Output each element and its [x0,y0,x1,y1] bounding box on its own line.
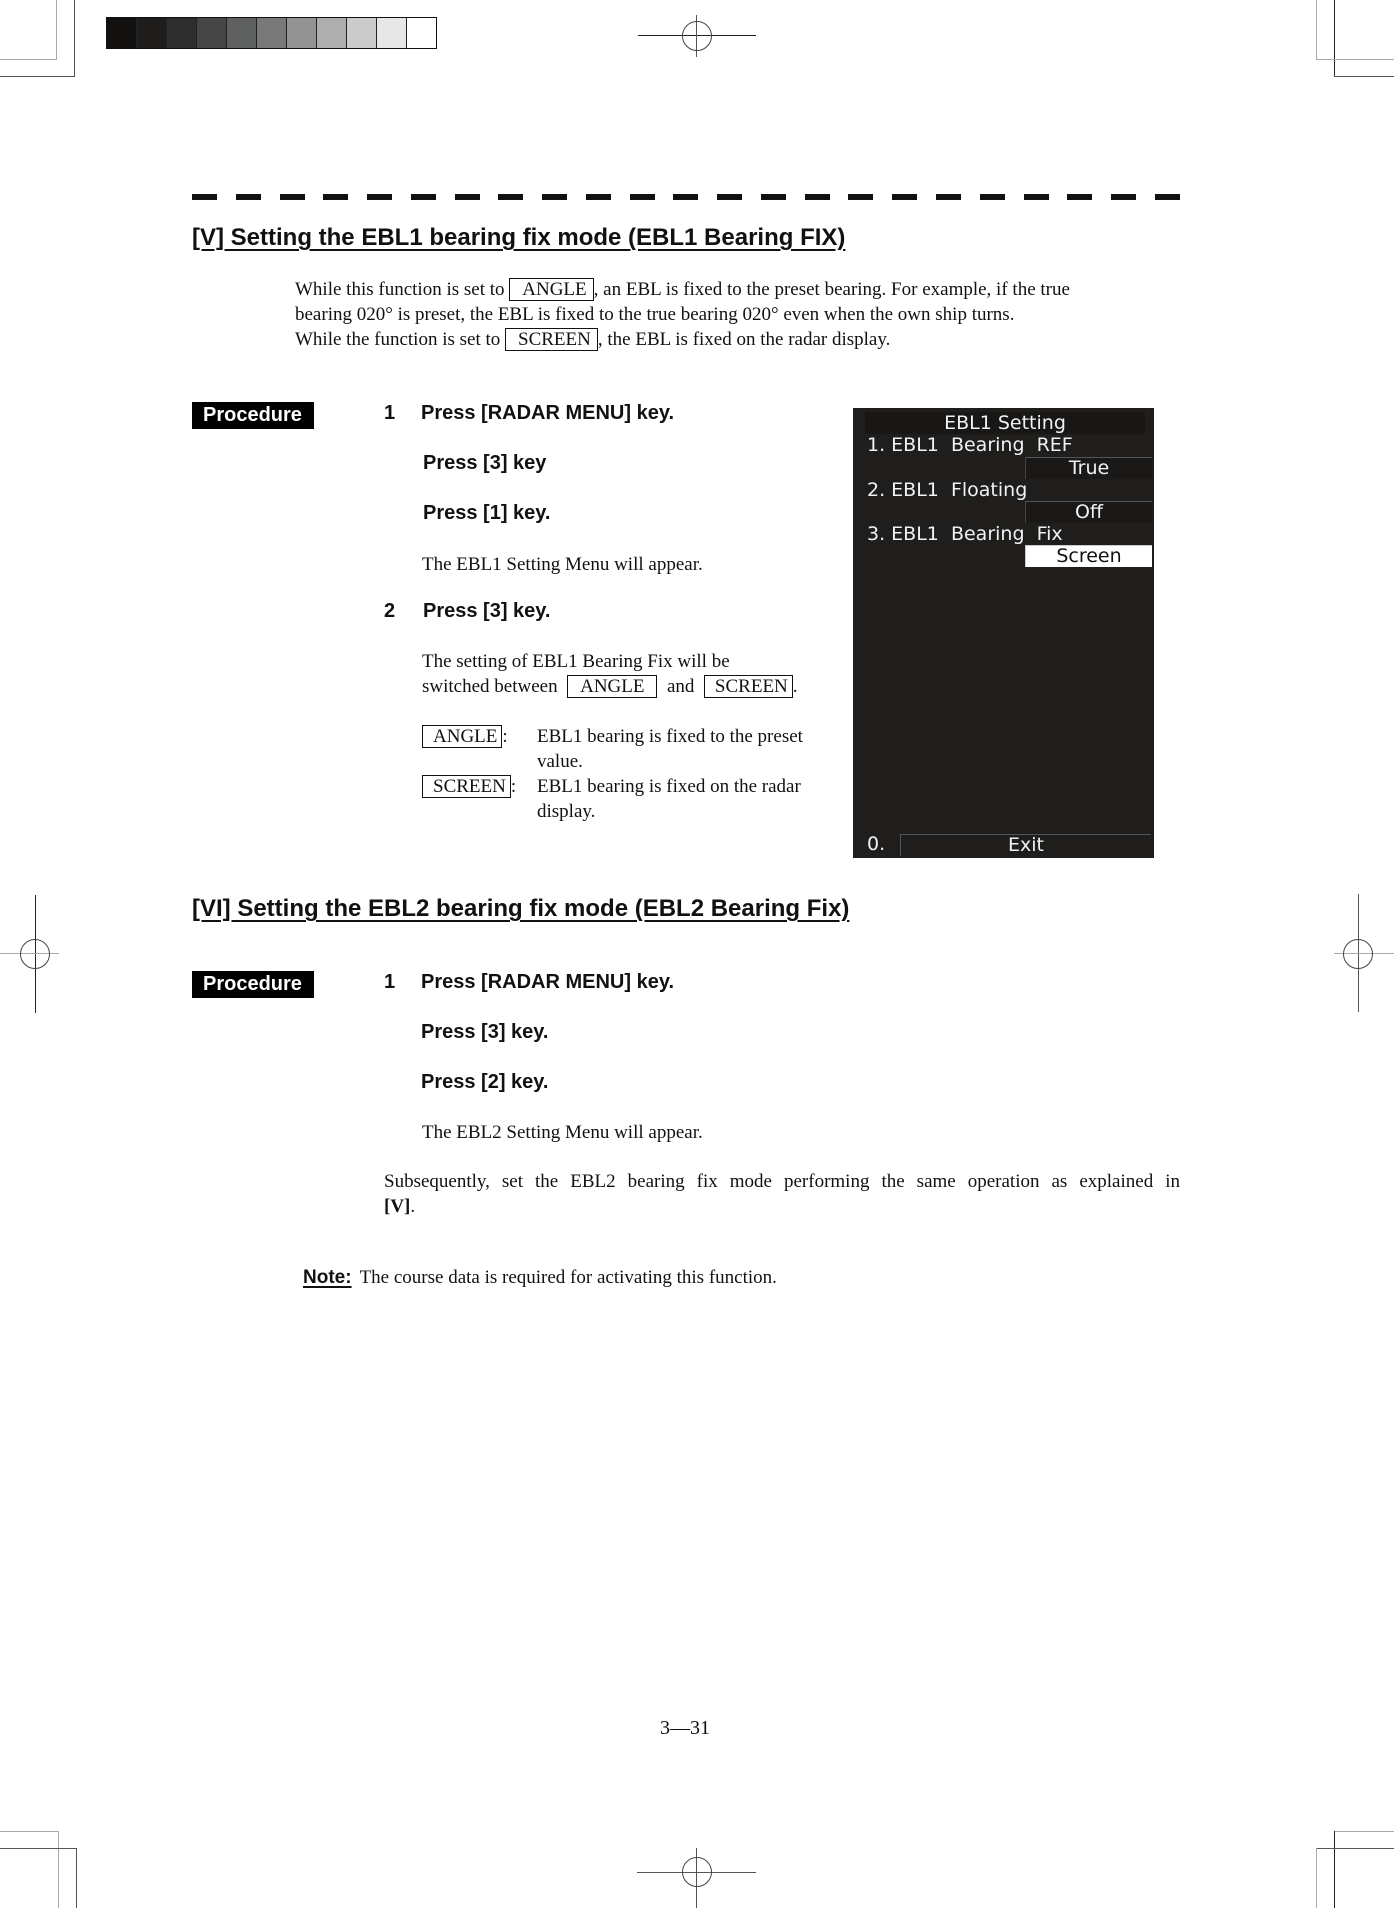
step-note: The setting of EBL1 Bearing Fix will be … [422,649,798,699]
dash-segment [585,194,611,200]
screen-key-label: SCREEN [703,675,793,698]
exit-button[interactable]: Exit [900,834,1151,856]
step-number: 2 [384,600,396,622]
dash-segment [936,194,962,200]
gray-patch [347,18,377,48]
menu-value-bearing-ref[interactable]: True [1025,457,1152,479]
section-v-intro: While this function is set to ANGLE, an … [295,277,1180,352]
intro-text: bearing 020° is preset, the EBL is fixed… [295,304,1015,325]
section-v-title: [V] Setting the EBL1 bearing fix mode (E… [192,224,846,251]
gray-patch [107,18,137,48]
gray-patch [377,18,407,48]
section-reference: [V] [384,1196,411,1217]
gray-patch [317,18,347,48]
dash-segment [804,194,830,200]
conjunction: and [666,676,695,697]
punctuation: . [410,1196,416,1217]
dash-segment [1023,194,1049,200]
dash-segment [717,194,743,200]
angle-key-label: ANGLE [509,278,594,301]
menu-item-bearing-ref[interactable]: 1. EBL1 Bearing REF [867,434,1073,456]
dash-segment [367,194,393,200]
step-instruction: Press [2] key. [421,1071,549,1093]
definition-angle: ANGLE: EBL1 bearing is fixed to the pres… [422,724,842,824]
definition-text: value. [537,751,583,772]
screen-key-label: SCREEN [505,328,598,351]
menu-title: EBL1 Setting [865,412,1145,434]
gray-patch [227,18,257,48]
gray-scale-strip [106,17,437,49]
dash-segment [235,194,261,200]
step-instruction: Press [1] key. [423,502,551,524]
dash-segment [979,194,1005,200]
dash-segment [1067,194,1093,200]
intro-text: While this function is set to [295,279,510,300]
section-vi-title: [VI] Setting the EBL2 bearing fix mode (… [192,895,850,922]
definition-text: EBL1 bearing is fixed to the preset [537,726,803,747]
note-label: Note: [303,1267,352,1288]
gray-patch [197,18,227,48]
gray-patch [137,18,167,48]
definition-text: display. [537,801,596,822]
separator: : [510,776,517,797]
angle-key-label: ANGLE [567,675,658,698]
dash-segment [323,194,349,200]
punctuation: . [792,676,798,697]
gray-patch [167,18,197,48]
subsequently-ref: [V]. [384,1194,415,1219]
step-number: 1 [384,971,396,993]
separator: : [502,726,508,747]
dash-segment [673,194,699,200]
gray-patch [407,18,436,48]
gray-patch [257,18,287,48]
step-instruction: Press [3] key. [423,600,551,622]
note: Note: The course data is required for ac… [303,1265,777,1290]
step-instruction: Press [3] key. [421,1021,549,1043]
dash-segment [892,194,918,200]
step-note-line: switched between [422,676,558,697]
procedure-badge: Procedure [192,402,314,429]
dash-segment [454,194,480,200]
step-note: The EBL2 Setting Menu will appear. [422,1122,703,1143]
gray-patch [287,18,317,48]
step-note: The EBL1 Setting Menu will appear. [422,554,703,575]
dash-segment [760,194,786,200]
step-note-line: The setting of EBL1 Bearing Fix will be [422,651,730,672]
dash-segment [279,194,305,200]
exit-number: 0. [867,833,886,855]
step-instruction: Press [RADAR MENU] key. [421,402,675,424]
dash-segment [410,194,436,200]
definition-text: EBL1 bearing is fixed on the radar [537,776,801,797]
dash-segment [192,194,217,200]
intro-text: While the function is set to [295,329,506,350]
procedure-badge: Procedure [192,971,314,998]
intro-text: , an EBL is fixed to the preset bearing.… [593,279,1070,300]
intro-text: , the EBL is fixed on the radar display. [597,329,891,350]
step-instruction: Press [RADAR MENU] key. [421,971,675,993]
dash-segment [848,194,874,200]
menu-item-bearing-fix[interactable]: 3. EBL1 Bearing Fix [867,523,1063,545]
dash-segment [1154,194,1180,200]
step-number: 1 [384,402,396,424]
dash-segment [629,194,655,200]
page-number: 3—31 [660,1717,710,1739]
dash-segment [542,194,568,200]
subsequently-text: Subsequently, set the EBL2 bearing fix m… [384,1171,1180,1192]
ebl1-setting-menu-screen: EBL1 Setting 1. EBL1 Bearing REF True 2.… [853,408,1154,858]
dash-segment [498,194,524,200]
dashed-separator [192,194,1180,200]
screen-key-label: SCREEN [422,775,511,798]
menu-value-floating[interactable]: Off [1025,501,1152,523]
menu-value-bearing-fix-selected[interactable]: Screen [1025,545,1152,567]
step-instruction: Press [3] key [423,452,547,474]
angle-key-label: ANGLE [422,725,503,748]
note-text: The course data is required for activati… [359,1267,777,1288]
menu-item-floating[interactable]: 2. EBL1 Floating [867,479,1027,501]
dash-segment [1111,194,1137,200]
